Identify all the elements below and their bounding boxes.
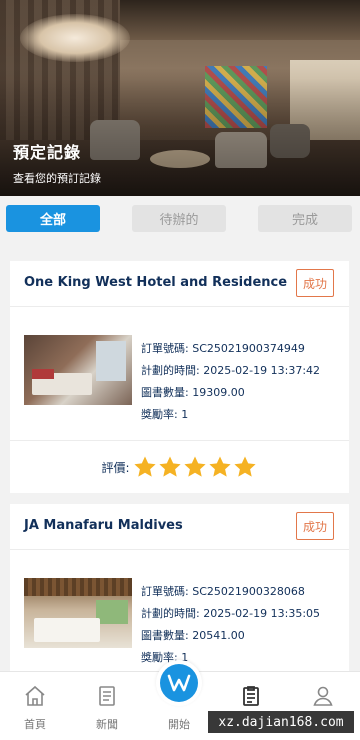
clipboard-icon: [243, 686, 259, 706]
order-card-header: JA Manafaru Maldives 成功: [10, 504, 349, 550]
filter-tabs: 全部 待辦的 完成: [0, 196, 360, 242]
order-rate: 1: [181, 408, 189, 421]
page-title: 預定記錄: [13, 143, 82, 162]
start-logo-icon: [167, 674, 191, 692]
nav-start-label: 開始: [168, 718, 190, 731]
order-rate-row: 獎勵率: 1: [141, 404, 320, 426]
user-icon: [313, 686, 333, 706]
nav-news[interactable]: 新聞: [77, 672, 137, 740]
order-card[interactable]: One King West Hotel and Residence 成功 訂單號…: [10, 261, 349, 493]
status-badge: 成功: [296, 512, 334, 540]
star-icon: [234, 456, 256, 477]
order-info: 訂單號碼: SC25021900328068 計劃的時間: 2025-02-19…: [141, 581, 320, 669]
order-card[interactable]: JA Manafaru Maldives 成功 訂單號碼: SC25021900…: [10, 504, 349, 674]
star-icon: [159, 456, 181, 477]
hero-banner: 預定記錄 查看您的預訂記錄: [0, 0, 360, 196]
tab-all[interactable]: 全部: [6, 205, 100, 232]
order-time-row: 計劃的時間: 2025-02-19 13:35:05: [141, 603, 320, 625]
order-number: SC25021900328068: [192, 585, 305, 598]
order-number-row: 訂單號碼: SC25021900374949: [141, 338, 320, 360]
order-info: 訂單號碼: SC25021900374949 計劃的時間: 2025-02-19…: [141, 338, 320, 426]
order-time-row: 計劃的時間: 2025-02-19 13:37:42: [141, 360, 320, 382]
order-time-label: 計劃的時間:: [141, 364, 200, 377]
order-amount-row: 圖書數量: 19309.00: [141, 382, 320, 404]
order-card-header: One King West Hotel and Residence 成功: [10, 261, 349, 307]
star-icon: [209, 456, 231, 477]
order-amount-label: 圖書數量:: [141, 629, 189, 642]
page-subtitle: 查看您的預訂記錄: [13, 172, 101, 185]
nav-home-label: 首頁: [24, 718, 46, 731]
order-number-row: 訂單號碼: SC25021900328068: [141, 581, 320, 603]
order-amount-row: 圖書數量: 20541.00: [141, 625, 320, 647]
rating-row: 評價:: [10, 441, 349, 493]
order-number: SC25021900374949: [192, 342, 305, 355]
tab-completed[interactable]: 完成: [258, 205, 352, 232]
order-number-label: 訂單號碼:: [141, 342, 189, 355]
order-time: 2025-02-19 13:37:42: [203, 364, 321, 377]
order-amount-label: 圖書數量:: [141, 386, 189, 399]
nav-home[interactable]: 首頁: [5, 672, 65, 740]
home-icon: [25, 685, 45, 706]
hotel-photo: [24, 578, 132, 648]
order-amount: 19309.00: [192, 386, 245, 399]
order-time-label: 計劃的時間:: [141, 607, 200, 620]
rating-label: 評價:: [101, 460, 130, 475]
star-icon: [184, 456, 206, 477]
hotel-name: JA Manafaru Maldives: [24, 518, 183, 533]
order-rate-label: 獎勵率:: [141, 408, 178, 421]
tab-pending[interactable]: 待辦的: [132, 205, 226, 232]
hotel-name: One King West Hotel and Residence: [24, 275, 288, 290]
document-icon: [99, 686, 115, 706]
nav-news-label: 新聞: [96, 718, 118, 731]
order-amount: 20541.00: [192, 629, 245, 642]
hotel-photo: [24, 335, 132, 405]
order-number-label: 訂單號碼:: [141, 585, 189, 598]
status-badge: 成功: [296, 269, 334, 297]
order-time: 2025-02-19 13:35:05: [203, 607, 321, 620]
start-button[interactable]: [156, 660, 202, 706]
star-icon: [134, 456, 156, 477]
watermark: xz.dajian168.com: [208, 711, 354, 733]
order-card-body: 訂單號碼: SC25021900328068 計劃的時間: 2025-02-19…: [10, 550, 349, 674]
order-card-body: 訂單號碼: SC25021900374949 計劃的時間: 2025-02-19…: [10, 307, 349, 441]
